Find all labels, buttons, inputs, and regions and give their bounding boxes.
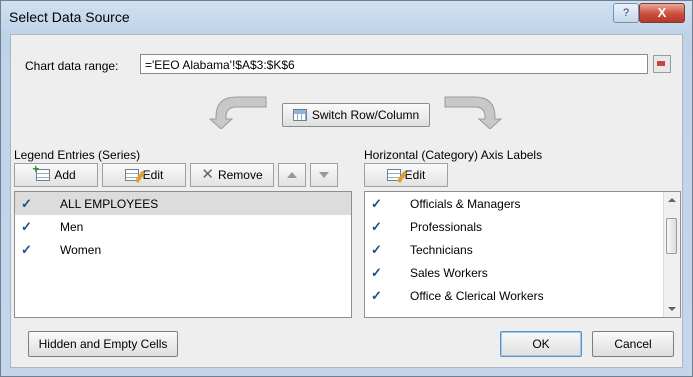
- list-item[interactable]: ✓ Technicians: [365, 238, 680, 261]
- move-up-button[interactable]: [278, 163, 306, 187]
- add-label: Add: [54, 168, 76, 182]
- list-item[interactable]: ✓ Men: [15, 215, 351, 238]
- checkbox-icon[interactable]: ✓: [19, 196, 34, 212]
- curved-arrow-right-icon: [444, 96, 503, 129]
- scroll-down-icon[interactable]: [668, 307, 676, 311]
- ok-button[interactable]: OK: [500, 331, 582, 357]
- dialog-body: Chart data range: ='EEO Alabama'!$A$3:$K…: [10, 34, 683, 368]
- axis-list-scrollbar[interactable]: [663, 192, 680, 317]
- dialog-title: Select Data Source: [9, 9, 130, 25]
- close-button[interactable]: X: [639, 3, 685, 23]
- list-item[interactable]: ✓ Women: [15, 238, 351, 261]
- move-down-button[interactable]: [310, 163, 338, 187]
- category-label: Technicians: [410, 242, 473, 257]
- remove-label: Remove: [217, 168, 263, 182]
- axis-toolbar: Edit: [364, 163, 448, 189]
- axis-edit-button[interactable]: Edit: [364, 163, 448, 187]
- title-bar[interactable]: Select Data Source ? X: [1, 1, 692, 33]
- switch-row-column-button[interactable]: Switch Row/Column: [282, 103, 430, 127]
- category-label: Professionals: [410, 219, 483, 234]
- edit-axis-icon: [386, 169, 401, 181]
- move-up-icon: [287, 172, 297, 178]
- chart-data-range-input[interactable]: ='EEO Alabama'!$A$3:$K$6: [140, 54, 648, 74]
- list-item[interactable]: ✓ Office & Clerical Workers: [365, 284, 680, 307]
- series-label: Women: [60, 242, 102, 257]
- legend-series-list[interactable]: ✓ ALL EMPLOYEES ✓ Men ✓ Women: [14, 191, 352, 318]
- edit-label: Edit: [142, 168, 164, 182]
- checkbox-icon[interactable]: ✓: [369, 219, 384, 235]
- help-button[interactable]: ?: [613, 3, 639, 23]
- category-label: Sales Workers: [410, 265, 488, 280]
- checkbox-icon[interactable]: ✓: [369, 196, 384, 212]
- category-label: Office & Clerical Workers: [410, 288, 544, 303]
- list-item[interactable]: ✓ Officials & Managers: [365, 192, 680, 215]
- legend-edit-button[interactable]: Edit: [102, 163, 186, 187]
- checkbox-icon[interactable]: ✓: [369, 242, 384, 258]
- chart-data-range-label: Chart data range:: [25, 59, 119, 73]
- edit-series-icon: [124, 169, 139, 181]
- move-down-icon: [319, 172, 329, 178]
- legend-entries-heading: Legend Entries (Series): [14, 148, 141, 162]
- checkbox-icon[interactable]: ✓: [19, 242, 34, 258]
- dialog-window: Select Data Source ? X Chart data range:…: [0, 0, 693, 377]
- series-label: ALL EMPLOYEES: [60, 196, 159, 211]
- add-series-icon: [32, 162, 51, 181]
- list-item[interactable]: ✓ Professionals: [365, 215, 680, 238]
- list-item[interactable]: ✓ ALL EMPLOYEES: [15, 192, 351, 215]
- cancel-button[interactable]: Cancel: [592, 331, 674, 357]
- hidden-empty-cells-button[interactable]: Hidden and Empty Cells: [28, 331, 178, 357]
- axis-labels-list[interactable]: ✓ Officials & Managers ✓ Professionals ✓…: [364, 191, 681, 318]
- scroll-up-icon[interactable]: [668, 198, 676, 202]
- collapse-dialog-icon[interactable]: [653, 55, 671, 73]
- axis-labels-heading: Horizontal (Category) Axis Labels: [364, 148, 543, 162]
- switch-grid-icon: [292, 109, 307, 121]
- category-label: Officials & Managers: [410, 196, 521, 211]
- checkbox-icon[interactable]: ✓: [19, 219, 34, 235]
- checkbox-icon[interactable]: ✓: [369, 265, 384, 281]
- legend-toolbar: Add Edit ✕ Remove: [14, 162, 338, 189]
- scrollbar-thumb[interactable]: [666, 218, 677, 254]
- switch-row-column-label: Switch Row/Column: [311, 108, 420, 122]
- series-label: Men: [60, 219, 84, 234]
- curved-arrow-left-icon: [208, 96, 267, 129]
- legend-remove-button[interactable]: ✕ Remove: [190, 163, 274, 187]
- list-item[interactable]: ✓ Sales Workers: [365, 261, 680, 284]
- remove-x-icon: ✕: [201, 166, 214, 183]
- axis-edit-label: Edit: [404, 168, 426, 182]
- legend-add-button[interactable]: Add: [14, 162, 98, 187]
- checkbox-icon[interactable]: ✓: [369, 288, 384, 304]
